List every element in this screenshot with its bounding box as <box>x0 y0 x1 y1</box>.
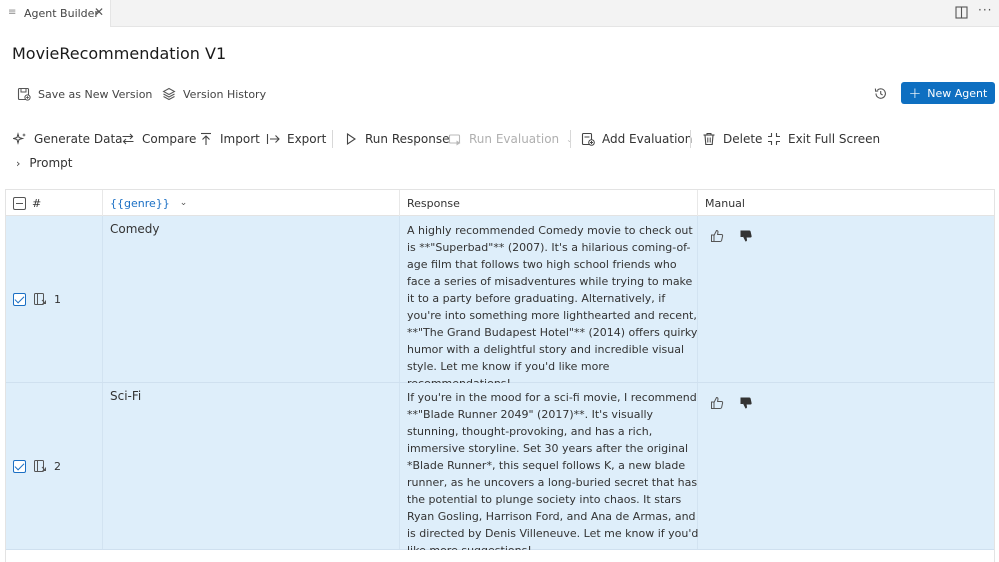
delete-button[interactable]: Delete <box>702 131 762 147</box>
add-evaluation-label: Add Evaluation <box>602 132 693 146</box>
page-title: MovieRecommendation V1 <box>12 44 227 63</box>
import-button[interactable]: Import <box>199 131 260 147</box>
plus-icon: + <box>908 83 922 102</box>
compare-label: Compare <box>142 132 197 146</box>
run-response-label: Run Response <box>365 132 450 146</box>
sparkle-icon <box>13 132 26 145</box>
select-all-header: # <box>13 190 41 216</box>
generate-data-label: Generate Data <box>34 132 123 146</box>
genre-column-header[interactable]: {{genre}} ⌄ <box>110 190 187 216</box>
add-evaluation-button[interactable]: Add Evaluation <box>581 131 692 147</box>
chevron-right-icon: › <box>16 156 21 170</box>
thumbs-down-icon[interactable] <box>739 229 753 243</box>
response-cell[interactable]: If you're in the mood for a sci-fi movie… <box>407 389 699 559</box>
save-as-new-version-label: Save as New Version <box>38 87 153 101</box>
data-table: # {{genre}} ⌄ Response Manual 1 Comedy A… <box>5 189 995 562</box>
response-cell[interactable]: A highly recommended Comedy movie to che… <box>407 222 699 392</box>
history-icon[interactable] <box>873 86 888 101</box>
toolbar-divider <box>690 130 691 148</box>
split-editor-icon[interactable] <box>955 6 968 19</box>
prompt-toggle[interactable]: › Prompt <box>16 155 72 171</box>
compare-button[interactable]: Compare <box>121 131 196 147</box>
new-agent-label: New Agent <box>927 86 988 100</box>
index-header: # <box>32 196 42 210</box>
thumbs-down-icon[interactable] <box>739 396 753 410</box>
table-row-partial <box>6 550 994 562</box>
run-response-button[interactable]: Run Response <box>344 131 449 147</box>
compare-arrows-icon <box>122 133 134 145</box>
column-divider[interactable] <box>399 190 400 216</box>
column-divider <box>399 216 400 382</box>
column-divider[interactable] <box>102 190 103 216</box>
row-checkbox[interactable] <box>13 459 26 473</box>
thumbs-up-icon[interactable] <box>710 229 724 243</box>
export-label: Export <box>287 132 327 146</box>
save-icon <box>17 87 31 101</box>
column-divider <box>102 383 103 549</box>
add-evaluation-icon <box>581 132 595 146</box>
open-details-icon[interactable] <box>33 459 47 473</box>
column-divider <box>399 383 400 549</box>
run-evaluation-button[interactable]: Run Evaluation ⌄ <box>448 131 573 147</box>
delete-label: Delete <box>723 132 763 146</box>
menu-icon: ≡ <box>8 7 17 18</box>
select-all-checkbox[interactable] <box>13 196 26 210</box>
row-selector: 1 <box>13 292 61 306</box>
column-divider <box>102 216 103 382</box>
table-row[interactable]: 1 Comedy A highly recommended Comedy mov… <box>6 216 994 390</box>
version-history-button[interactable]: Version History <box>162 86 266 102</box>
trash-icon <box>703 133 715 146</box>
exit-full-screen-button[interactable]: Exit Full Screen <box>767 131 880 147</box>
row-index: 1 <box>54 292 61 306</box>
genre-cell[interactable]: Sci-Fi <box>110 389 141 403</box>
toolbar-divider <box>570 130 571 148</box>
more-icon[interactable]: ··· <box>978 3 992 17</box>
tab-strip: ≡ Agent Builder ✕ ··· <box>0 0 999 27</box>
exit-full-screen-label: Exit Full Screen <box>788 132 881 146</box>
open-details-icon[interactable] <box>33 292 47 306</box>
export-icon <box>266 134 280 144</box>
tab-agent-builder[interactable]: ≡ Agent Builder ✕ <box>0 0 111 27</box>
row-index: 2 <box>54 459 61 473</box>
table-row[interactable]: 2 Sci-Fi If you're in the mood for a sci… <box>6 383 994 557</box>
export-button[interactable]: Export <box>266 131 326 147</box>
tab-title: Agent Builder <box>24 7 99 20</box>
genre-cell[interactable]: Comedy <box>110 222 160 236</box>
manual-column-header: Manual <box>705 190 745 216</box>
version-history-label: Version History <box>183 87 267 101</box>
layers-icon <box>162 87 176 101</box>
row-checkbox[interactable] <box>13 292 26 306</box>
row-selector: 2 <box>13 459 61 473</box>
play-icon <box>346 132 356 146</box>
import-label: Import <box>220 132 260 146</box>
thumbs-up-icon[interactable] <box>710 396 724 410</box>
save-as-new-version-button[interactable]: Save as New Version <box>17 86 152 102</box>
generate-data-button[interactable]: Generate Data <box>13 131 123 147</box>
response-header-label: Response <box>407 196 460 210</box>
toolbar-divider <box>332 130 333 148</box>
table-header: # {{genre}} ⌄ Response Manual <box>6 190 994 216</box>
run-evaluation-icon <box>448 134 461 146</box>
prompt-label: Prompt <box>29 156 73 170</box>
response-column-header: Response <box>407 190 460 216</box>
genre-header-label: {{genre}} <box>110 196 170 210</box>
new-agent-button[interactable]: + New Agent <box>901 82 995 104</box>
exit-full-screen-icon <box>768 133 780 145</box>
import-icon <box>201 132 211 145</box>
column-divider[interactable] <box>697 190 698 216</box>
chevron-down-icon[interactable]: ⌄ <box>180 198 188 208</box>
run-evaluation-label: Run Evaluation <box>469 132 560 146</box>
manual-header-label: Manual <box>705 196 745 210</box>
close-icon[interactable]: ✕ <box>94 6 104 18</box>
